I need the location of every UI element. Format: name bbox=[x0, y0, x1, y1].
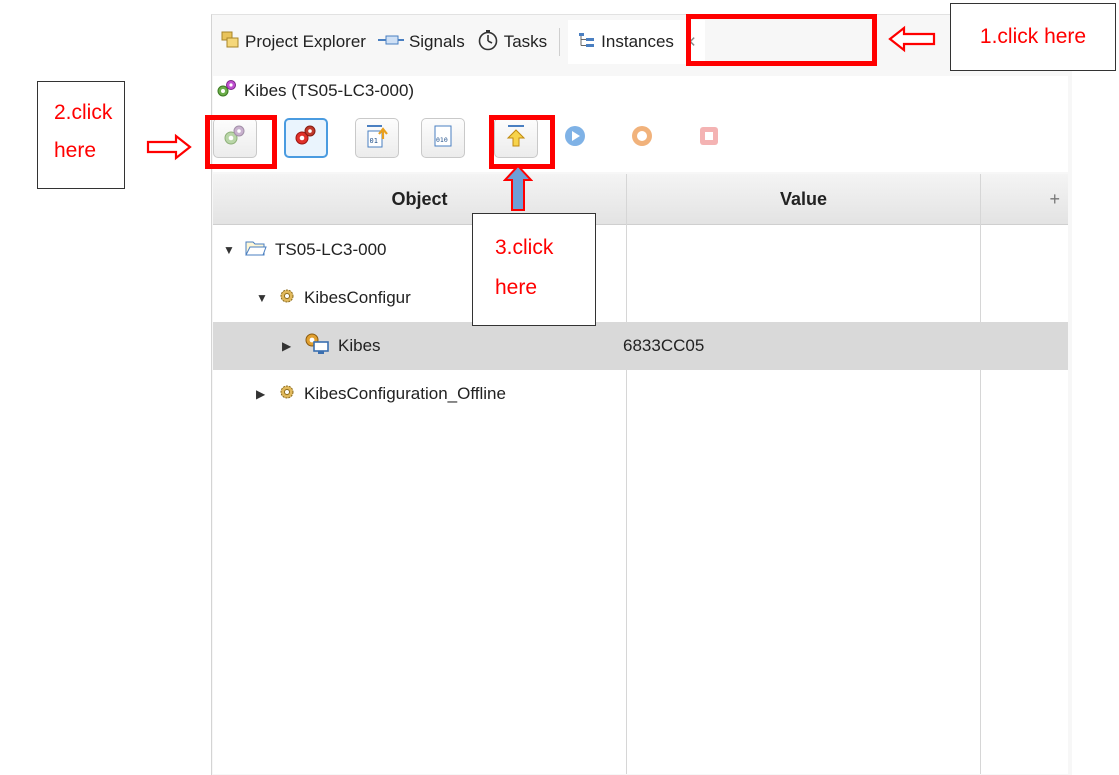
highlight-box-connect bbox=[205, 115, 277, 169]
binary-file-button[interactable]: 010 bbox=[421, 118, 465, 158]
gears-red-icon bbox=[293, 123, 319, 154]
tab-label: Instances bbox=[601, 32, 674, 51]
instances-toolbar: 01 010 bbox=[213, 106, 1068, 172]
callout-text: 2.click bbox=[54, 101, 113, 124]
svg-text:010: 010 bbox=[436, 136, 448, 144]
collapse-toggle-icon[interactable]: ▶ bbox=[282, 339, 296, 353]
record-icon bbox=[630, 124, 654, 153]
table-header: Object Value + bbox=[213, 174, 1068, 225]
highlight-box-instances bbox=[686, 14, 877, 66]
upload-binary-button[interactable]: 01 bbox=[355, 118, 399, 158]
collapse-toggle-icon[interactable]: ▶ bbox=[256, 387, 270, 401]
tab-separator bbox=[559, 28, 561, 56]
callout-step-1: 1.click here bbox=[950, 3, 1116, 71]
instance-title: Kibes (TS05-LC3-000) bbox=[244, 81, 415, 100]
start-button[interactable] bbox=[553, 118, 597, 158]
row-label: TS05-LC3-000 bbox=[275, 240, 387, 259]
instances-table: Object Value + ▼ TS05-LC3-000 ▼ KibesCon… bbox=[213, 174, 1068, 774]
left-arrow-icon bbox=[888, 25, 936, 53]
callout-text: 3.click bbox=[495, 236, 554, 259]
callout-text: here bbox=[54, 139, 97, 162]
svg-text:01: 01 bbox=[370, 137, 378, 145]
callout-text: 1.click here bbox=[979, 25, 1087, 48]
table-row[interactable]: ▼ TS05-LC3-000 bbox=[213, 226, 1068, 274]
tab-label: Tasks bbox=[503, 32, 548, 51]
view-tab-bar: Project Explorer Signals Tasks Instances… bbox=[211, 18, 1071, 66]
stop-button[interactable] bbox=[687, 118, 731, 158]
upload-binary-icon: 01 bbox=[364, 123, 390, 154]
row-label: KibesConfiguration_Offline bbox=[304, 384, 506, 403]
row-label: KibesConfigur bbox=[304, 288, 411, 307]
expand-toggle-icon[interactable]: ▼ bbox=[223, 243, 237, 257]
up-arrow-icon bbox=[503, 164, 533, 211]
tasks-stopwatch-icon bbox=[477, 29, 499, 56]
tab-project-explorer[interactable]: Project Explorer bbox=[211, 18, 372, 66]
signals-icon bbox=[377, 32, 404, 52]
tab-tasks[interactable]: Tasks bbox=[471, 18, 553, 66]
tab-label: Signals bbox=[408, 32, 465, 51]
device-icon bbox=[304, 333, 330, 360]
config-gear-icon bbox=[278, 383, 296, 406]
right-arrow-icon bbox=[146, 133, 192, 161]
binary-file-icon: 010 bbox=[431, 123, 455, 154]
column-header-value[interactable]: Value bbox=[627, 174, 980, 224]
add-column-button[interactable]: + bbox=[981, 174, 1068, 224]
table-row-selected[interactable]: ▶ Kibes 6833CC05 bbox=[213, 322, 1068, 370]
tab-instances[interactable]: Instances ✕ bbox=[568, 20, 705, 64]
tab-label: Project Explorer bbox=[245, 32, 366, 51]
project-explorer-icon bbox=[220, 30, 240, 55]
instance-settings-button[interactable] bbox=[284, 118, 328, 158]
callout-step-3: 3.click here bbox=[472, 213, 596, 326]
tab-signals[interactable]: Signals bbox=[372, 18, 471, 66]
folder-open-icon bbox=[245, 239, 267, 262]
callout-step-2: 2.click here bbox=[37, 81, 125, 189]
config-gear-icon bbox=[278, 287, 296, 310]
instances-tree-icon bbox=[578, 31, 596, 54]
highlight-box-upload bbox=[489, 115, 555, 169]
table-row[interactable]: ▶ KibesConfiguration_Offline bbox=[213, 370, 1068, 418]
gears-icon bbox=[216, 78, 238, 105]
row-value: 6833CC05 bbox=[623, 336, 705, 355]
expand-toggle-icon[interactable]: ▼ bbox=[256, 291, 270, 305]
table-row[interactable]: ▼ KibesConfigur bbox=[213, 274, 1068, 322]
instance-header: Kibes (TS05-LC3-000) bbox=[213, 76, 1068, 106]
stop-icon bbox=[698, 125, 720, 152]
row-label: Kibes bbox=[338, 336, 381, 355]
callout-text: here bbox=[495, 276, 538, 299]
record-button[interactable] bbox=[620, 118, 664, 158]
play-icon bbox=[563, 124, 587, 153]
